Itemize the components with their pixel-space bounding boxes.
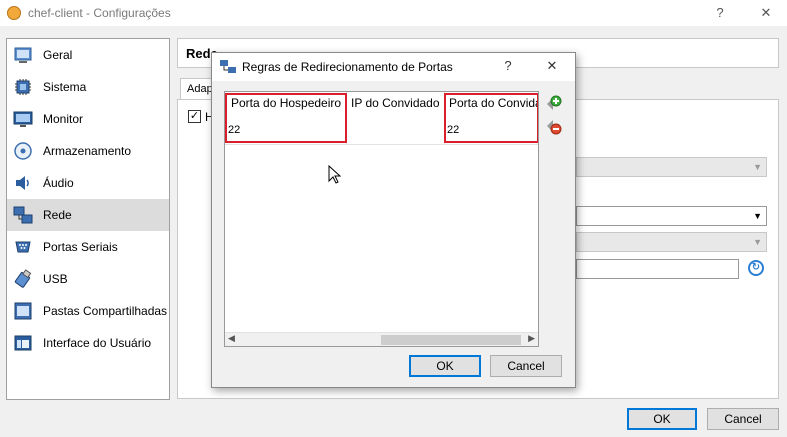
sidebar-item-sistema[interactable]: Sistema: [7, 71, 169, 103]
sidebar-item-label: USB: [43, 272, 68, 286]
dialog-close-button[interactable]: ✕: [542, 58, 562, 74]
ok-button[interactable]: OK: [627, 408, 697, 430]
sidebar-item-label: Rede: [43, 208, 72, 222]
column-header-guest-ip[interactable]: IP do Convidado: [351, 96, 440, 110]
sidebar-item-label: Áudio: [43, 176, 74, 190]
scroll-right-icon[interactable]: ▶: [528, 333, 535, 344]
highlight-box-host-port: [225, 93, 347, 143]
tab-label: Adap: [187, 83, 213, 95]
sidebar-item-rede[interactable]: Rede: [7, 199, 169, 231]
app-icon: [7, 6, 21, 20]
chevron-down-icon: ▼: [753, 162, 762, 172]
window-title: chef-client - Configurações: [28, 6, 171, 20]
sidebar-item-interface-do-usuario[interactable]: Interface do Usuário: [7, 327, 169, 359]
network-icon: [220, 60, 236, 73]
port-forwarding-dialog: Regras de Redirecionamento de Portas ? ✕…: [211, 52, 576, 388]
dialog-ok-button[interactable]: OK: [409, 355, 481, 377]
refresh-icon[interactable]: ↻: [748, 260, 764, 276]
remove-rule-icon[interactable]: [544, 117, 562, 135]
disabled-combo-2: ▼: [576, 232, 767, 252]
dialog-title: Regras de Redirecionamento de Portas: [242, 60, 453, 74]
close-button[interactable]: ✕: [754, 4, 778, 22]
help-button[interactable]: ?: [708, 4, 732, 22]
chevron-down-icon: ▼: [753, 211, 762, 221]
sidebar-item-usb[interactable]: USB: [7, 263, 169, 295]
usb-icon: [14, 269, 32, 288]
chevron-down-icon: ▼: [753, 237, 762, 247]
scroll-left-icon[interactable]: ◀: [228, 333, 235, 344]
sidebar-item-geral[interactable]: Geral: [7, 39, 169, 71]
main-title-bar: chef-client - Configurações ? ✕: [0, 0, 787, 26]
sidebar-item-label: Portas Seriais: [43, 240, 118, 254]
sidebar-item-label: Pastas Compartilhadas: [43, 304, 168, 318]
user-interface-icon: [14, 335, 32, 351]
general-icon: [14, 47, 32, 63]
speaker-icon: [16, 176, 29, 190]
horizontal-scrollbar[interactable]: ◀ ▶: [225, 332, 538, 346]
highlight-box-guest-port: [444, 93, 538, 143]
cancel-button[interactable]: Cancel: [707, 408, 779, 430]
sidebar-item-label: Armazenamento: [43, 144, 132, 158]
sidebar-item-label: Monitor: [43, 112, 84, 126]
scrollbar-thumb[interactable]: [381, 335, 521, 345]
disabled-combo-1: ▼: [576, 157, 767, 177]
sidebar-item-armazenamento[interactable]: Armazenamento: [7, 135, 169, 167]
dialog-title-bar: Regras de Redirecionamento de Portas ? ✕: [212, 53, 575, 81]
sidebar-item-monitor[interactable]: Monitor: [7, 103, 169, 135]
sidebar-item-label: Interface do Usuário: [43, 336, 152, 350]
sidebar-item-audio[interactable]: Áudio: [7, 167, 169, 199]
rules-table[interactable]: Porta do Hospedeiro IP do Convidado Port…: [224, 91, 539, 347]
sidebar-item-portas-seriais[interactable]: Portas Seriais: [7, 231, 169, 263]
storage-disk-icon: [14, 142, 32, 160]
settings-sidebar: Geral Sistema Monitor Armazenamento Áudi…: [6, 38, 170, 400]
enable-adapter-checkbox[interactable]: ✓: [188, 110, 201, 123]
add-rule-icon[interactable]: [544, 95, 562, 113]
mac-address-field[interactable]: [576, 259, 739, 279]
system-chip-icon: [15, 79, 31, 95]
network-icon: [13, 206, 33, 224]
sidebar-item-label: Geral: [43, 48, 73, 62]
serial-port-icon: [15, 241, 31, 253]
monitor-icon: [13, 111, 33, 127]
mouse-cursor-icon: [328, 165, 342, 184]
row-divider: [225, 144, 538, 145]
sidebar-item-pastas-compartilhadas[interactable]: Pastas Compartilhadas: [7, 295, 169, 327]
combo-select[interactable]: ▼: [576, 206, 767, 226]
dialog-help-button[interactable]: ?: [498, 58, 518, 73]
shared-folder-icon: [14, 302, 32, 320]
dialog-cancel-button[interactable]: Cancel: [490, 355, 562, 377]
sidebar-item-label: Sistema: [43, 80, 87, 94]
